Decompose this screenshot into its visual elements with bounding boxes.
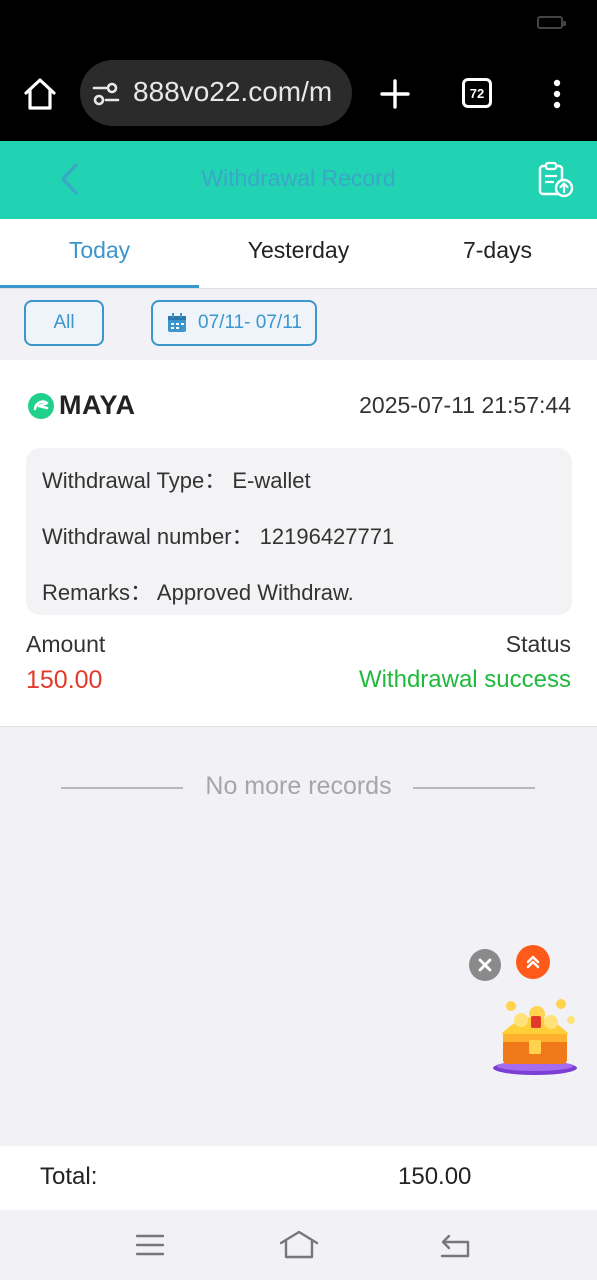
withdrawal-type-row: Withdrawal Type： E-wallet [42, 463, 311, 495]
tab-today[interactable]: Today [0, 237, 199, 264]
provider-name: MAYA [59, 390, 136, 420]
withdrawal-number-value: 12196427771 [259, 524, 395, 549]
remarks-value: Approved Withdraw. [156, 580, 354, 605]
remarks-label: Remarks： [42, 580, 153, 605]
tab-yesterday[interactable]: Yesterday [199, 237, 398, 264]
status-value: Withdrawal success [358, 666, 571, 693]
new-tab-icon[interactable] [379, 78, 411, 110]
date-range-label: 07/11- 07/11 [198, 312, 302, 333]
close-icon [478, 958, 492, 972]
treasure-chest-icon[interactable] [491, 990, 579, 1078]
back-nav-icon[interactable] [438, 1230, 472, 1260]
active-tab-indicator [0, 285, 199, 288]
site-settings-icon[interactable] [92, 82, 120, 106]
total-label: Total: [40, 1163, 98, 1190]
tab-7-days[interactable]: 7-days [398, 237, 597, 264]
date-range-button[interactable]: 07/11- 07/11 [151, 300, 317, 346]
withdrawal-number-row: Withdrawal number： 12196427771 [42, 519, 394, 551]
more-menu-icon[interactable] [547, 78, 567, 110]
battery-icon [537, 16, 566, 29]
withdrawal-type-label: Withdrawal Type： [42, 468, 227, 493]
calendar-icon [168, 313, 187, 332]
maya-logo-icon [28, 393, 54, 419]
page-title: Withdrawal Record [201, 165, 396, 191]
clipboard-upload-icon[interactable] [536, 160, 576, 200]
scroll-to-top-button[interactable] [516, 945, 550, 979]
home-nav-icon[interactable] [278, 1229, 320, 1261]
status-label: Status [505, 631, 571, 657]
status-bar [0, 0, 597, 48]
remarks-row: Remarks： Approved Withdraw. [42, 575, 354, 607]
total-value: 150.00 [398, 1163, 472, 1190]
amount-label: Amount [26, 631, 106, 657]
amount-value: 150.00 [26, 666, 103, 694]
home-icon[interactable] [22, 76, 58, 112]
record-datetime: 2025-07-11 21:57:44 [359, 392, 571, 418]
withdrawal-number-label: Withdrawal number： [42, 524, 254, 549]
tab-count: 72 [469, 85, 485, 101]
divider-right [413, 787, 535, 789]
type-filter-button[interactable]: All [24, 300, 104, 346]
tab-switcher-button[interactable]: 72 [462, 78, 492, 108]
double-chevron-up-icon [526, 955, 540, 969]
url-text[interactable]: 888vo22.com/m [133, 76, 343, 108]
type-filter-label: All [53, 312, 75, 333]
close-promo-button[interactable] [469, 949, 501, 981]
withdrawal-type-value: E-wallet [232, 468, 311, 493]
menu-icon[interactable] [134, 1232, 166, 1258]
